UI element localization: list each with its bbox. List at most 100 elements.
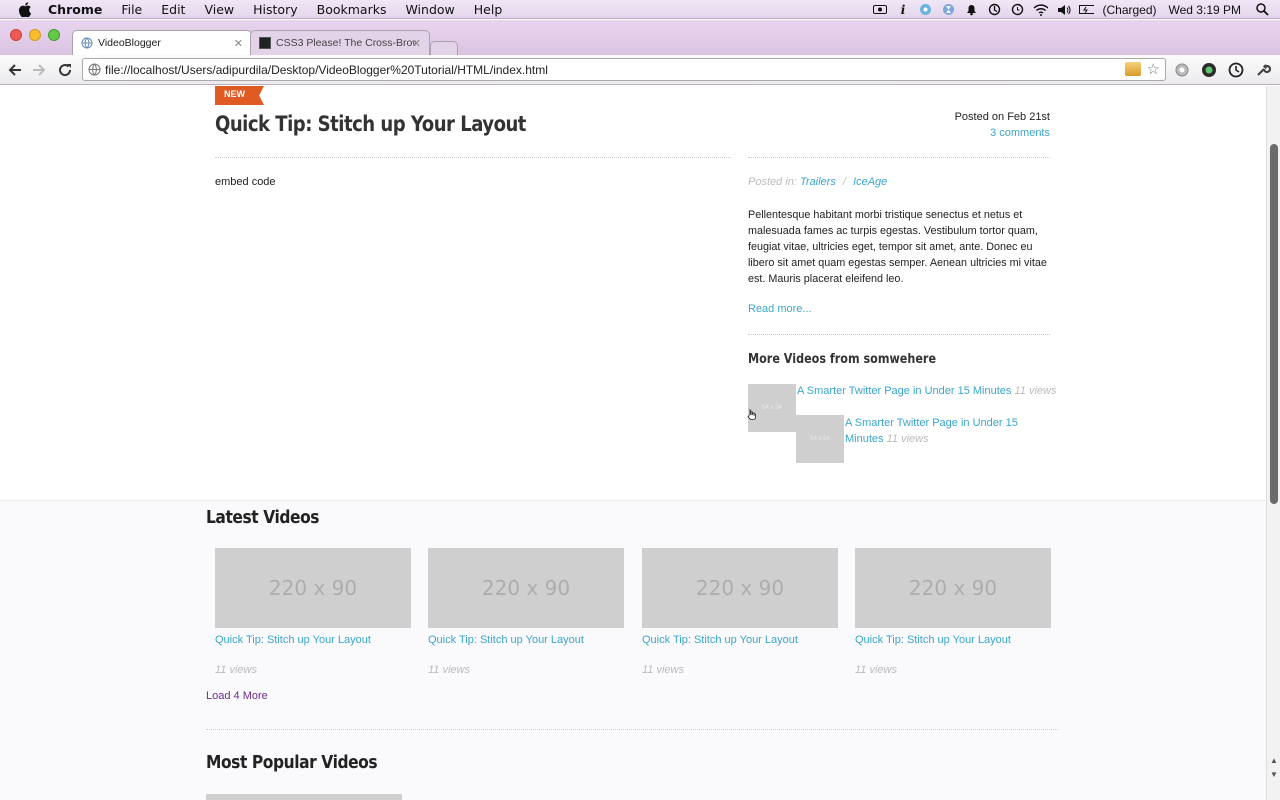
post-title[interactable]: Quick Tip: Stitch up Your Layout bbox=[215, 112, 526, 136]
forward-button[interactable] bbox=[29, 60, 49, 80]
more-video-title[interactable]: A Smarter Twitter Page in Under 15 Minut… bbox=[845, 417, 1018, 445]
video-card-image[interactable]: 220 x 90 bbox=[215, 548, 411, 628]
menu-view[interactable]: View bbox=[204, 2, 234, 17]
menu-history[interactable]: History bbox=[253, 2, 297, 17]
tab-videoblogger[interactable]: VideoBlogger ✕ bbox=[72, 30, 252, 55]
video-card-image[interactable]: 220 x 90 bbox=[428, 548, 624, 628]
new-badge: NEW bbox=[215, 86, 264, 105]
page-scrollbar[interactable]: ▲ ▼ bbox=[1266, 86, 1280, 800]
chrome-toolbar: file://localhost/Users/adipurdila/Deskto… bbox=[0, 55, 1280, 85]
battery-icon[interactable] bbox=[1079, 3, 1095, 16]
excerpt-divider bbox=[748, 334, 1050, 335]
info-icon[interactable]: i bbox=[895, 3, 910, 17]
globe-icon bbox=[81, 37, 93, 49]
volume-icon[interactable] bbox=[1056, 3, 1071, 16]
menubar-tray: i (Charged) Wed 3:19 PM bbox=[872, 0, 1270, 19]
menu-bookmarks[interactable]: Bookmarks bbox=[317, 2, 387, 17]
posted-in-label: Posted in: bbox=[748, 176, 797, 188]
reload-button[interactable] bbox=[55, 60, 75, 80]
css3please-favicon-icon bbox=[259, 37, 271, 49]
title-divider bbox=[215, 157, 731, 158]
extension-record-icon[interactable] bbox=[1200, 61, 1218, 79]
load-more-link[interactable]: Load 4 More bbox=[206, 690, 268, 702]
category-link-iceage[interactable]: IceAge bbox=[853, 176, 887, 188]
latest-videos-heading: Latest Videos bbox=[206, 507, 320, 528]
back-button[interactable] bbox=[5, 60, 25, 80]
more-video-item[interactable]: A Smarter Twitter Page in Under 15 Minut… bbox=[797, 383, 1057, 399]
video-card-views: 11 views bbox=[215, 664, 257, 676]
tab-close-icon[interactable]: ✕ bbox=[412, 37, 421, 50]
video-card[interactable]: 220 x 90 Quick Tip: Stitch up Your Layou… bbox=[215, 548, 411, 676]
extension-gear-icon[interactable] bbox=[1173, 61, 1191, 79]
window-minimize-button[interactable] bbox=[29, 29, 41, 41]
tab-title: CSS3 Please! The Cross-Brow bbox=[276, 37, 416, 49]
video-card-image[interactable]: 220 x 90 bbox=[855, 548, 1051, 628]
video-card-image[interactable]: 220 x 90 bbox=[642, 548, 838, 628]
menu-help[interactable]: Help bbox=[474, 2, 503, 17]
tab-title: VideoBlogger bbox=[98, 37, 161, 49]
bell-icon[interactable] bbox=[964, 3, 979, 16]
video-card[interactable]: 220 x 90 Quick Tip: Stitch up Your Layou… bbox=[428, 548, 624, 676]
new-tab-button[interactable] bbox=[430, 41, 458, 55]
video-card-title[interactable]: Quick Tip: Stitch up Your Layout bbox=[428, 634, 624, 646]
category-link-trailers[interactable]: Trailers bbox=[800, 176, 836, 188]
spotlight-search-icon[interactable] bbox=[1255, 3, 1270, 16]
timemachine-icon[interactable] bbox=[1010, 3, 1025, 16]
reload-icon bbox=[59, 64, 72, 77]
popular-video-image[interactable] bbox=[206, 794, 402, 800]
page-viewport: NEW Quick Tip: Stitch up Your Layout Pos… bbox=[0, 86, 1266, 800]
menu-file[interactable]: File bbox=[121, 2, 142, 17]
more-video-item[interactable]: A Smarter Twitter Page in Under 15 Minut… bbox=[845, 415, 1025, 447]
menu-app-chrome[interactable]: Chrome bbox=[48, 2, 102, 17]
gear-badge-icon[interactable] bbox=[918, 3, 933, 16]
wifi-icon[interactable] bbox=[1033, 3, 1049, 16]
scrollbar-thumb[interactable] bbox=[1270, 144, 1278, 504]
forward-arrow-icon bbox=[33, 64, 46, 76]
apple-icon[interactable] bbox=[18, 1, 32, 17]
wrench-menu-icon[interactable] bbox=[1254, 61, 1272, 79]
post-meta: Posted on Feb 21st 3 comments bbox=[955, 111, 1050, 139]
extension-badge-icon[interactable] bbox=[1125, 62, 1141, 76]
more-video-title[interactable]: A Smarter Twitter Page in Under 15 Minut… bbox=[797, 385, 1011, 397]
menubar-clock[interactable]: Wed 3:19 PM bbox=[1169, 3, 1241, 17]
mac-menubar: Chrome File Edit View History Bookmarks … bbox=[0, 0, 1280, 19]
video-card-title[interactable]: Quick Tip: Stitch up Your Layout bbox=[855, 634, 1051, 646]
window-zoom-button[interactable] bbox=[48, 29, 60, 41]
section-divider bbox=[206, 729, 1058, 730]
address-bar[interactable]: file://localhost/Users/adipurdila/Deskto… bbox=[82, 58, 1166, 81]
hourglass-icon[interactable] bbox=[941, 3, 956, 16]
comments-link[interactable]: 3 comments bbox=[955, 127, 1050, 139]
battery-status: (Charged) bbox=[1102, 2, 1157, 17]
latest-videos-section bbox=[0, 500, 1266, 800]
more-video-views: 11 views bbox=[886, 433, 929, 445]
category-separator: / bbox=[842, 176, 846, 188]
video-thumbnail[interactable]: 54 x 54 bbox=[796, 415, 844, 463]
video-card-views: 11 views bbox=[855, 664, 897, 676]
video-card-title[interactable]: Quick Tip: Stitch up Your Layout bbox=[642, 634, 838, 646]
more-video-views: 11 views bbox=[1014, 385, 1057, 397]
tab-close-icon[interactable]: ✕ bbox=[234, 37, 243, 50]
scroll-down-arrow-icon[interactable]: ▼ bbox=[1270, 770, 1278, 779]
video-card[interactable]: 220 x 90 Quick Tip: Stitch up Your Layou… bbox=[642, 548, 838, 676]
page-info-icon[interactable] bbox=[88, 63, 101, 76]
video-card-title[interactable]: Quick Tip: Stitch up Your Layout bbox=[215, 634, 411, 646]
tab-css3please[interactable]: CSS3 Please! The Cross-Brow ✕ bbox=[250, 30, 430, 55]
back-arrow-icon bbox=[8, 64, 21, 76]
video-card[interactable]: 220 x 90 Quick Tip: Stitch up Your Layou… bbox=[855, 548, 1051, 676]
extension-clock-icon[interactable] bbox=[1227, 61, 1245, 79]
window-close-button[interactable] bbox=[10, 29, 22, 41]
sync-icon[interactable] bbox=[987, 3, 1002, 16]
menu-edit[interactable]: Edit bbox=[161, 2, 185, 17]
more-videos-heading: More Videos from somwehere bbox=[748, 352, 937, 367]
scroll-up-arrow-icon[interactable]: ▲ bbox=[1270, 756, 1278, 765]
embed-code-placeholder: embed code bbox=[215, 176, 276, 188]
bookmark-star-icon[interactable]: ☆ bbox=[1147, 60, 1160, 78]
posted-date: Posted on Feb 21st bbox=[954, 111, 1050, 123]
meta-divider bbox=[748, 157, 1050, 158]
posted-in: Posted in: Trailers / IceAge bbox=[748, 176, 887, 188]
most-popular-heading: Most Popular Videos bbox=[206, 752, 378, 773]
menu-window[interactable]: Window bbox=[405, 2, 454, 17]
read-more-link[interactable]: Read more... bbox=[748, 303, 812, 315]
chrome-tabstrip: VideoBlogger ✕ CSS3 Please! The Cross-Br… bbox=[0, 20, 1280, 55]
camera-icon[interactable] bbox=[872, 3, 887, 16]
